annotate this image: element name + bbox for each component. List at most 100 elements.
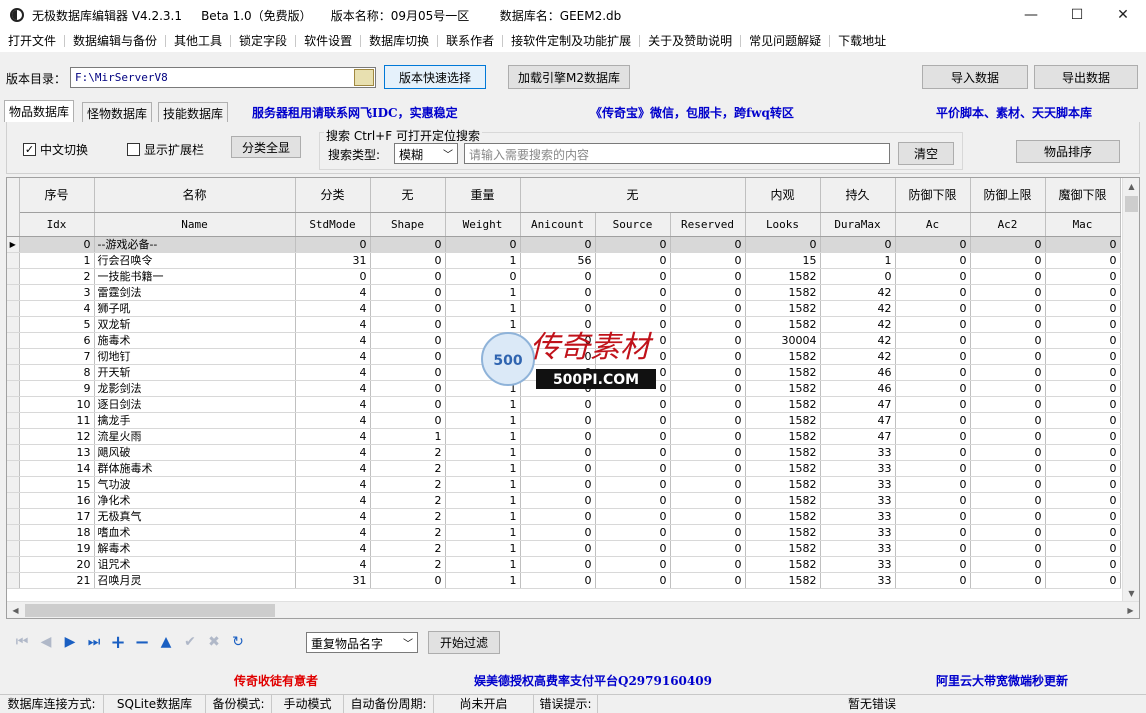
- table-cell[interactable]: 33: [820, 572, 896, 589]
- table-cell[interactable]: 0: [670, 300, 746, 317]
- table-cell[interactable]: 1: [445, 428, 521, 445]
- table-row[interactable]: 9 龙影剑法 4 0 1 0 0 0 1582 46 0 0 0: [7, 380, 1121, 397]
- table-cell[interactable]: 0: [895, 428, 971, 445]
- table-cell[interactable]: 42: [820, 332, 896, 349]
- prev-record-icon[interactable]: ◀: [34, 630, 58, 654]
- table-cell[interactable]: 2: [370, 508, 446, 525]
- table-cell[interactable]: 1582: [745, 540, 821, 557]
- table-cell[interactable]: 嗜血术: [94, 524, 296, 541]
- table-cell[interactable]: 0: [595, 396, 671, 413]
- table-cell[interactable]: 1582: [745, 492, 821, 509]
- table-cell[interactable]: 4: [295, 428, 371, 445]
- table-cell[interactable]: 0: [19, 236, 95, 253]
- table-cell[interactable]: 0: [595, 380, 671, 397]
- table-cell[interactable]: 10: [19, 396, 95, 413]
- column-header-cn[interactable]: 重量: [445, 178, 521, 213]
- column-header-cn[interactable]: 分类: [295, 178, 371, 213]
- table-cell[interactable]: 33: [820, 556, 896, 573]
- table-cell[interactable]: 42: [820, 316, 896, 333]
- table-row[interactable]: 20 诅咒术 4 2 1 0 0 0 1582 33 0 0 0: [7, 556, 1121, 573]
- table-cell[interactable]: 0: [1045, 252, 1121, 269]
- table-cell[interactable]: 2: [370, 444, 446, 461]
- table-cell[interactable]: 33: [820, 444, 896, 461]
- table-cell[interactable]: 4: [295, 316, 371, 333]
- table-cell[interactable]: 46: [820, 364, 896, 381]
- table-cell[interactable]: 0: [1045, 380, 1121, 397]
- table-cell[interactable]: 0: [1045, 524, 1121, 541]
- promo-apprentice[interactable]: 传奇收徒有意者: [234, 672, 318, 689]
- table-cell[interactable]: --游戏必备--: [94, 236, 296, 253]
- tab-monster-db[interactable]: 怪物数据库: [82, 102, 153, 122]
- table-cell[interactable]: 7: [19, 348, 95, 365]
- table-cell[interactable]: 0: [370, 268, 446, 285]
- table-cell[interactable]: 0: [895, 316, 971, 333]
- table-cell[interactable]: 1: [445, 252, 521, 269]
- table-cell[interactable]: 0: [370, 316, 446, 333]
- table-cell[interactable]: 31: [295, 252, 371, 269]
- scroll-down-icon[interactable]: ▼: [1123, 585, 1139, 602]
- table-cell[interactable]: 4: [295, 556, 371, 573]
- table-cell[interactable]: 0: [595, 332, 671, 349]
- table-cell[interactable]: 0: [595, 572, 671, 589]
- table-cell[interactable]: 0: [520, 236, 596, 253]
- column-header-cn[interactable]: 无: [520, 178, 746, 213]
- table-cell[interactable]: 0: [520, 572, 596, 589]
- table-cell[interactable]: 47: [820, 428, 896, 445]
- column-header-en[interactable]: Idx: [19, 212, 95, 237]
- menu-contact-author[interactable]: 联系作者: [438, 30, 502, 52]
- table-cell[interactable]: 33: [820, 524, 896, 541]
- table-cell[interactable]: 0: [895, 492, 971, 509]
- table-cell[interactable]: 4: [295, 364, 371, 381]
- table-cell[interactable]: 0: [670, 316, 746, 333]
- table-cell[interactable]: 0: [520, 556, 596, 573]
- cancel-edit-icon[interactable]: ✖: [202, 630, 226, 654]
- table-cell[interactable]: 0: [970, 396, 1046, 413]
- table-cell[interactable]: 0: [595, 268, 671, 285]
- table-cell[interactable]: 33: [820, 476, 896, 493]
- column-header-cn[interactable]: 名称: [94, 178, 296, 213]
- table-cell[interactable]: 一技能书籍一: [94, 268, 296, 285]
- folder-browse-icon[interactable]: [354, 69, 374, 86]
- table-cell[interactable]: 0: [895, 252, 971, 269]
- table-cell[interactable]: 1582: [745, 380, 821, 397]
- column-header-cn[interactable]: 内观: [745, 178, 821, 213]
- table-cell[interactable]: 1: [445, 524, 521, 541]
- show-ext-checkbox[interactable]: 显示扩展栏: [127, 141, 204, 158]
- column-header-cn[interactable]: 防御上限: [970, 178, 1046, 213]
- table-cell[interactable]: 0: [670, 524, 746, 541]
- table-cell[interactable]: 18: [19, 524, 95, 541]
- table-cell[interactable]: 0: [670, 412, 746, 429]
- table-cell[interactable]: 0: [595, 492, 671, 509]
- table-cell[interactable]: 0: [295, 236, 371, 253]
- table-cell[interactable]: 0: [520, 508, 596, 525]
- table-cell[interactable]: 0: [520, 492, 596, 509]
- table-cell[interactable]: 0: [970, 268, 1046, 285]
- table-row[interactable]: 19 解毒术 4 2 1 0 0 0 1582 33 0 0 0: [7, 540, 1121, 557]
- vertical-scroll-thumb[interactable]: [1125, 196, 1138, 212]
- table-cell[interactable]: 0: [970, 316, 1046, 333]
- table-cell[interactable]: 33: [820, 460, 896, 477]
- table-cell[interactable]: 0: [370, 284, 446, 301]
- column-header-cn[interactable]: 持久: [820, 178, 896, 213]
- table-cell[interactable]: 56: [520, 252, 596, 269]
- column-header-cn[interactable]: 序号: [19, 178, 95, 213]
- table-cell[interactable]: 0: [670, 268, 746, 285]
- table-cell[interactable]: 诅咒术: [94, 556, 296, 573]
- table-cell[interactable]: 33: [820, 508, 896, 525]
- table-cell[interactable]: 9: [19, 380, 95, 397]
- table-cell[interactable]: 0: [370, 364, 446, 381]
- table-cell[interactable]: 0: [595, 508, 671, 525]
- table-cell[interactable]: 0: [970, 348, 1046, 365]
- table-cell[interactable]: 0: [670, 252, 746, 269]
- table-cell[interactable]: 0: [895, 268, 971, 285]
- table-cell[interactable]: 雷霆剑法: [94, 284, 296, 301]
- table-cell[interactable]: 0: [970, 252, 1046, 269]
- table-cell[interactable]: 0: [1045, 300, 1121, 317]
- table-row[interactable]: 17 无极真气 4 2 1 0 0 0 1582 33 0 0 0: [7, 508, 1121, 525]
- table-cell[interactable]: 0: [670, 572, 746, 589]
- table-cell[interactable]: 4: [295, 508, 371, 525]
- post-record-icon[interactable]: ✔: [178, 630, 202, 654]
- table-cell[interactable]: 0: [895, 556, 971, 573]
- table-cell[interactable]: 0: [670, 492, 746, 509]
- table-cell[interactable]: 1: [445, 492, 521, 509]
